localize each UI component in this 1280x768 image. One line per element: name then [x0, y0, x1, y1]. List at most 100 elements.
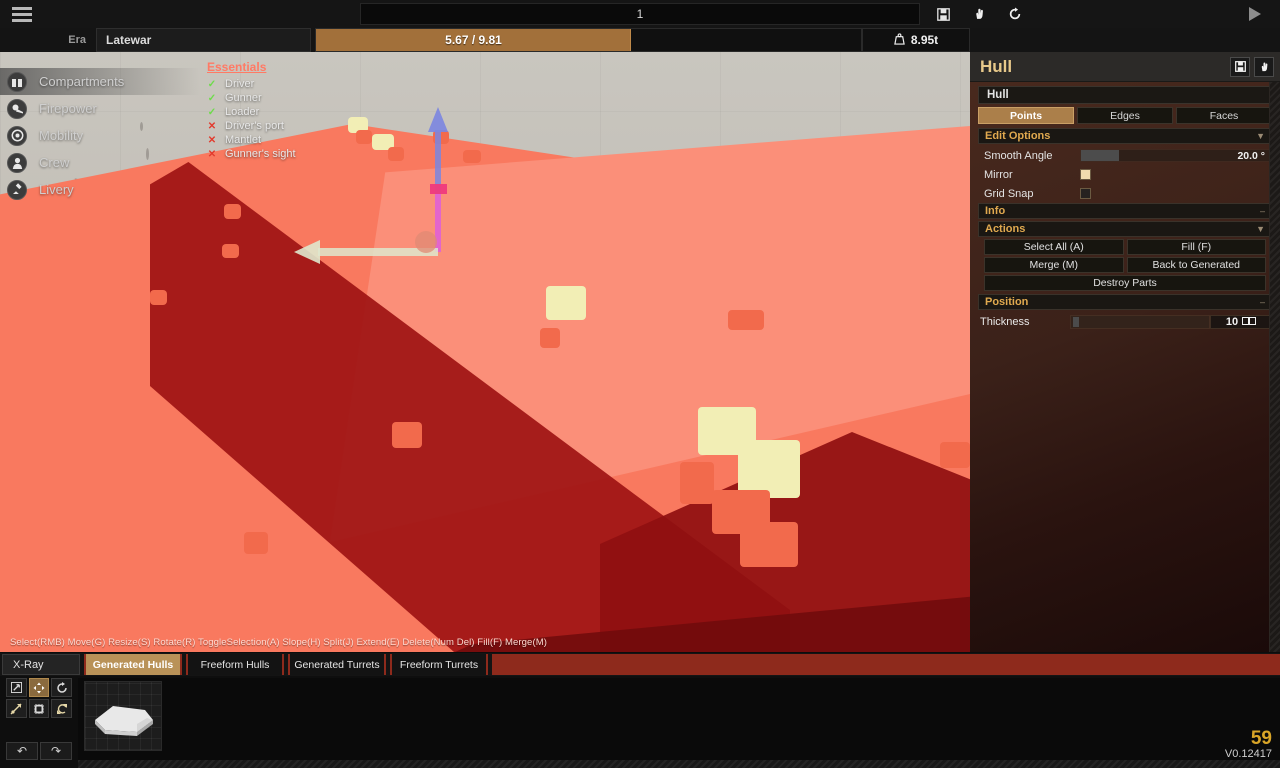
scale-tool-button[interactable] — [6, 678, 27, 697]
box-icon — [7, 71, 27, 92]
sidebar-item-label: Livery — [39, 182, 74, 197]
tab-points[interactable]: Points — [978, 107, 1074, 124]
sidebar-item-mobility[interactable]: Mobility — [0, 122, 200, 149]
merge-button[interactable]: Merge (M) — [984, 257, 1124, 273]
section-info[interactable]: Info – — [978, 203, 1272, 219]
vertex-handle[interactable] — [540, 328, 560, 348]
cost-progress-bar: 5.67 / 9.81 — [315, 28, 862, 52]
sidebar-item-firepower[interactable]: Firepower — [0, 95, 200, 122]
sidebar-item-livery[interactable]: Livery — [0, 176, 200, 203]
hand-icon[interactable] — [968, 4, 990, 24]
xray-toggle-button[interactable]: X-Ray — [2, 654, 80, 675]
weight-indicator: 8.95t — [862, 28, 970, 52]
vertex-handle[interactable] — [222, 244, 239, 258]
slider-knob[interactable] — [1073, 317, 1079, 327]
thickness-value-box[interactable]: 10 — [1210, 315, 1272, 329]
section-edit-options[interactable]: Edit Options ▼ — [978, 128, 1272, 144]
era-dropdown[interactable]: Latewar — [96, 28, 311, 52]
actions-row-2: Merge (M) Back to Generated — [978, 257, 1272, 273]
sidebar-item-crew[interactable]: Crew — [0, 149, 200, 176]
check-icon: ✓ — [207, 106, 217, 118]
paintbrush-icon — [7, 179, 27, 200]
tab-generated-turrets[interactable]: Generated Turrets — [288, 654, 386, 675]
wheel-icon — [7, 125, 27, 146]
flip-tool-button[interactable] — [51, 699, 73, 718]
smooth-angle-value: 20.0 ° — [1237, 149, 1265, 162]
move-tool-button[interactable] — [28, 678, 50, 697]
rotate-tool-button[interactable] — [51, 678, 73, 697]
page-title: Hull — [980, 56, 1013, 76]
sidebar-item-label: Mobility — [39, 128, 84, 143]
top-toolbar: 1 — [0, 0, 1280, 28]
tab-faces[interactable]: Faces — [1176, 107, 1272, 124]
hull-thumbnail[interactable] — [84, 681, 162, 751]
inspector-scrollbar[interactable] — [1269, 82, 1280, 652]
play-icon[interactable] — [1244, 4, 1266, 24]
redo-button[interactable]: ↷ — [40, 742, 72, 760]
refresh-icon[interactable] — [1004, 4, 1026, 24]
inspector-header: Hull — [970, 52, 1280, 82]
viewport-3d[interactable]: Compartments Firepower Mobility Crew Liv… — [0, 52, 970, 652]
list-item: ✕ Gunner's sight — [207, 148, 296, 160]
save-hull-button[interactable] — [1230, 56, 1250, 77]
smooth-angle-slider[interactable]: 20.0 ° — [1080, 149, 1272, 162]
bottom-scroll-strip[interactable] — [78, 760, 1280, 768]
list-item: ✓ Gunner — [207, 92, 262, 104]
vehicle-name-input[interactable]: 1 — [360, 3, 920, 25]
vertex-handle[interactable] — [224, 204, 241, 219]
section-actions[interactable]: Actions ▼ — [978, 221, 1272, 237]
mirror-tool-button[interactable] — [6, 699, 27, 718]
inspector-body: Hull Points Edges Faces Edit Options ▼ S… — [970, 82, 1280, 332]
vertex-handle[interactable] — [150, 290, 167, 305]
cost-progress-label: 5.67 / 9.81 — [445, 33, 502, 47]
hull-library-list — [78, 678, 1280, 762]
vertex-handle[interactable] — [244, 532, 268, 554]
destroy-parts-button[interactable]: Destroy Parts — [984, 275, 1266, 291]
library-tabbar: X-Ray Generated Hulls Freeform Hulls Gen… — [0, 653, 1280, 676]
slider-knob[interactable] — [1081, 150, 1119, 161]
mirror-checkbox[interactable] — [1080, 169, 1091, 180]
bounding-box-icon[interactable] — [28, 699, 50, 718]
tab-freeform-hulls[interactable]: Freeform Hulls — [186, 654, 284, 675]
weight-icon — [894, 32, 905, 48]
actions-row-3: Destroy Parts — [978, 275, 1272, 291]
fill-button[interactable]: Fill (F) — [1126, 239, 1266, 255]
list-item: ✓ Loader — [207, 106, 260, 118]
category-nav: Compartments Firepower Mobility Crew Liv… — [0, 68, 200, 203]
vertex-handle[interactable] — [728, 310, 764, 330]
essentials-checklist: Essentials ✓ Driver ✓ Gunner ✓ Loader ✕ … — [207, 60, 367, 161]
vertex-handle[interactable] — [740, 522, 798, 567]
app-root: 1 Era Latewar 5.67 / 9.81 8.95t Compartm… — [0, 0, 1280, 768]
grid-snap-checkbox[interactable] — [1080, 188, 1091, 199]
thickness-slider[interactable] — [1070, 315, 1210, 329]
vertex-handle[interactable] — [680, 462, 714, 504]
section-position[interactable]: Position – — [978, 294, 1272, 310]
history-toolbar: ↶ ↷ — [6, 742, 72, 760]
tab-generated-hulls[interactable]: Generated Hulls — [84, 654, 182, 675]
grid-snap-row: Grid Snap — [978, 184, 1272, 203]
person-icon — [7, 152, 27, 173]
save-icon[interactable] — [932, 4, 954, 24]
sidebar-item-label: Compartments — [39, 74, 125, 89]
tab-edges[interactable]: Edges — [1077, 107, 1173, 124]
mirror-row: Mirror — [978, 165, 1272, 184]
footer-status: 59 V0.12417 — [1225, 728, 1272, 760]
hull-name-field[interactable]: Hull — [978, 86, 1272, 104]
check-icon: ✓ — [207, 92, 217, 104]
thickness-label: Thickness — [980, 316, 1030, 328]
collapse-icon: – — [1259, 206, 1265, 216]
cross-icon: ✕ — [207, 134, 217, 146]
back-to-generated-button[interactable]: Back to Generated — [1126, 257, 1266, 273]
undo-button[interactable]: ↶ — [6, 742, 38, 760]
hamburger-icon[interactable] — [0, 0, 44, 28]
pick-hull-button[interactable] — [1254, 56, 1274, 77]
vertex-handle[interactable] — [940, 442, 970, 468]
tab-freeform-turrets[interactable]: Freeform Turrets — [390, 654, 488, 675]
armor-icon — [1242, 316, 1257, 328]
vertex-handle[interactable] — [546, 286, 586, 320]
vertex-handle[interactable] — [392, 422, 422, 448]
thickness-row: Thickness 10 — [978, 312, 1272, 332]
select-all-button[interactable]: Select All (A) — [984, 239, 1124, 255]
fps-counter: 59 — [1250, 728, 1272, 749]
sidebar-item-compartments[interactable]: Compartments — [0, 68, 200, 95]
